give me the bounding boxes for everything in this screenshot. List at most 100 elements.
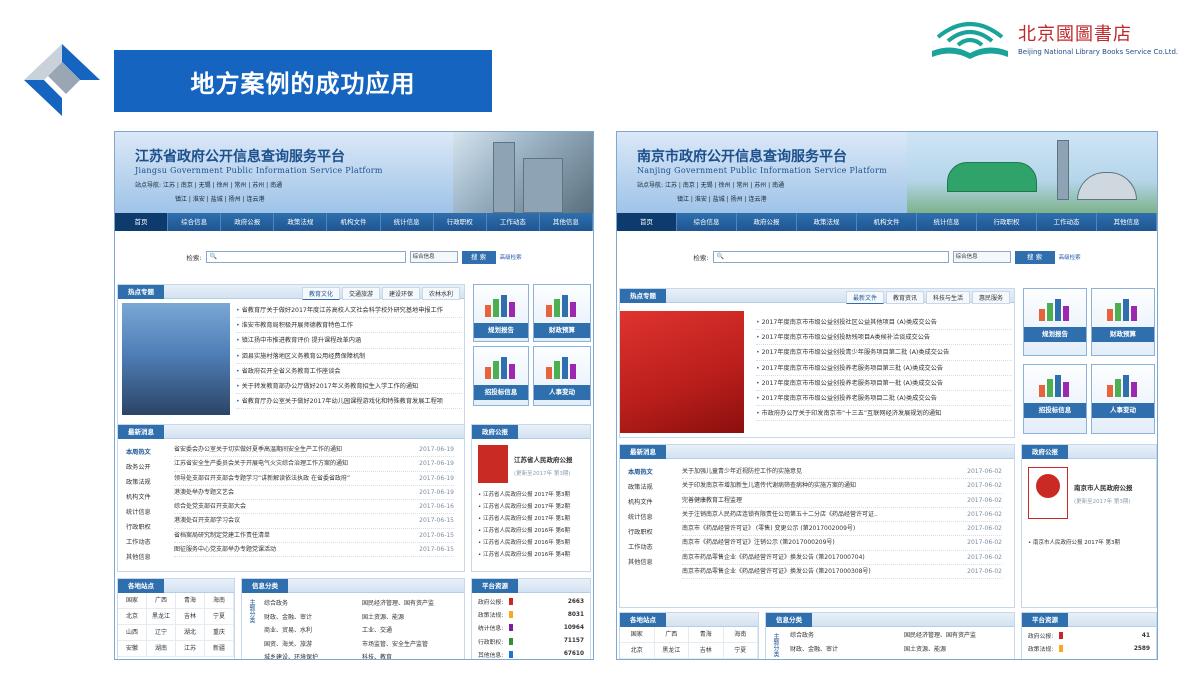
menu-item[interactable]: 政府公报 [221, 213, 275, 231]
menu-item[interactable]: 工作动态 [1037, 213, 1097, 231]
latest-news-row[interactable]: 南京市药品零售企业《药品经营许可证》换发公告 (第2017000308号) 201… [682, 565, 1002, 580]
latest-news-row[interactable]: 江苏省安全生产委员会关于开展电气火灾综合治理工作方案的通知 2017-06-19 [174, 457, 454, 472]
station-link[interactable]: 江苏 [163, 182, 175, 189]
sidenav-item[interactable]: 机构文件 [126, 490, 166, 505]
menu-item[interactable]: 首页 [115, 213, 169, 231]
sidenav-item[interactable]: 政务公开 [126, 460, 166, 475]
search-button[interactable]: 搜 索 [1014, 250, 1055, 264]
side-button[interactable]: 财政预算 [533, 284, 591, 342]
station-city[interactable]: 青海 [176, 593, 205, 609]
gazette-name[interactable]: 南京市人民政府公报 [1074, 481, 1133, 495]
info-category[interactable]: 市场监管、安全生产监管 [362, 638, 462, 652]
latest-news-row[interactable]: 图征服务中心党支部举办专题党课活动 2017-06-15 [174, 543, 454, 558]
station-link[interactable]: 无锡 [199, 182, 211, 189]
station-city[interactable]: 吉林 [176, 609, 205, 625]
station-link[interactable]: 南通 [772, 182, 784, 189]
station-link[interactable]: 连云港 [748, 196, 766, 203]
info-category[interactable]: 国民经济管理、国有资产监 [362, 597, 462, 611]
gazette-issue[interactable]: • 江苏省人民政府公报 2017年 第3期 [478, 489, 570, 501]
side-button[interactable]: 人事变动 [1091, 364, 1155, 434]
hot-tab[interactable]: 最新文件 [845, 291, 884, 304]
side-button[interactable]: 规划报告 [1023, 288, 1087, 356]
advanced-search-link[interactable]: 高级检索 [1059, 253, 1081, 261]
hot-tab[interactable]: 农林水利 [421, 287, 460, 300]
info-category[interactable]: 科技、教育 [362, 651, 462, 659]
news-item[interactable]: 泗县实施村落地区义务教育公用经费保障机制 [236, 349, 462, 364]
gazette-issue[interactable]: • 江苏省人民政府公报 2016年 第4期 [478, 549, 570, 561]
news-item[interactable]: 2017年度南京市市级公益创投青少年服务项目第二批 (A)类成交公告 [756, 345, 1012, 361]
news-item[interactable]: 2017年度南京市市级公益创投养老服务项目第一批 (A)类成交公告 [756, 376, 1012, 391]
side-button[interactable]: 招投标信息 [473, 346, 529, 406]
search-button[interactable]: 搜 索 [461, 250, 496, 264]
station-link[interactable]: 盐城 [713, 196, 725, 203]
station-nav-links[interactable]: 江苏 | 南京 | 无锡 | 徐州 | 常州 | 苏州 | 南通 [665, 182, 784, 189]
hot-tab[interactable]: 交通旅游 [341, 287, 380, 300]
info-category[interactable]: 工业、交通 [362, 624, 462, 638]
station-link[interactable]: 徐州 [217, 182, 229, 189]
sidenav-item[interactable]: 政策法规 [628, 480, 668, 495]
sidenav-item[interactable]: 其他信息 [126, 550, 166, 565]
menu-item[interactable]: 行政职权 [977, 213, 1037, 231]
sidenav-item[interactable]: 统计信息 [126, 505, 166, 520]
menu-item[interactable]: 综合信息 [677, 213, 737, 231]
side-button[interactable]: 规划报告 [473, 284, 529, 342]
info-category[interactable]: 商业、贸易、水利 [264, 624, 360, 638]
search-input[interactable]: 🔍 [712, 251, 949, 263]
menu-item[interactable]: 其他信息 [540, 213, 593, 231]
station-city[interactable]: 湖北 [176, 625, 205, 641]
station-link[interactable]: 江苏 [665, 182, 677, 189]
menu-item[interactable]: 首页 [617, 213, 677, 231]
latest-news-row[interactable]: 南京市《药品经营许可证》 (零售) 变更公示 (第2017002009号) 201… [682, 522, 1002, 537]
menu-item[interactable]: 工作动态 [487, 213, 540, 231]
station-city[interactable]: 青海 [689, 627, 724, 643]
station-city[interactable]: 重庆 [205, 625, 234, 641]
hot-tab[interactable]: 科技与生活 [925, 291, 970, 304]
station-city[interactable]: 北京 [620, 643, 655, 659]
sidenav-item[interactable]: 政策法规 [126, 475, 166, 490]
sidenav-item[interactable]: 行政职权 [126, 520, 166, 535]
hot-tab[interactable]: 建设环保 [381, 287, 420, 300]
station-link[interactable]: 连云港 [246, 196, 264, 203]
station-nav-row2[interactable]: 镇江 | 淮安 | 盐城 | 扬州 | 连云港 [175, 194, 264, 203]
station-city[interactable]: 海南 [723, 627, 758, 643]
menu-item[interactable]: 政策法规 [274, 213, 328, 231]
station-link[interactable]: 淮安 [193, 196, 205, 203]
latest-news-row[interactable]: 关于注销南京人民药店连锁有限责任公司第五十二分店《药品经营许可证.. 2017-0… [682, 508, 1002, 523]
search-input[interactable]: 🔍 [205, 251, 406, 263]
news-item[interactable]: 省政府召开全省义务教育工作座谈会 [236, 364, 462, 379]
station-city[interactable]: 宁夏 [205, 609, 234, 625]
latest-news-row[interactable]: 省安委会办公室关于切实做好夏季高温期间安全生产工作的通知 2017-06-19 [174, 443, 454, 458]
menu-item[interactable]: 机构文件 [327, 213, 381, 231]
station-link[interactable]: 苏州 [754, 182, 766, 189]
info-category[interactable]: 财政、金融、审计 [790, 643, 900, 657]
station-city[interactable]: 吉林 [689, 643, 724, 659]
menu-item[interactable]: 机构文件 [857, 213, 917, 231]
station-city[interactable]: 湖南 [147, 641, 176, 657]
info-category[interactable]: 国民经济管理、国有资产监 [904, 629, 1014, 643]
station-link[interactable]: 徐州 [719, 182, 731, 189]
menu-item[interactable]: 政府公报 [737, 213, 797, 231]
news-item[interactable]: 省教育厅关于做好2017年度江苏高校人文社会科学校外研究基地申报工作 [236, 303, 462, 319]
station-city[interactable]: 黑龙江 [147, 609, 176, 625]
station-city[interactable]: 北京 [118, 609, 147, 625]
latest-news-row[interactable]: 关于加强儿童青少年近视防控工作的实施意见 2017-06-02 [682, 465, 1002, 480]
gazette-issue[interactable]: • 江苏省人民政府公报 2017年 第2期 [478, 501, 570, 513]
hot-tab[interactable]: 惠民服务 [971, 291, 1010, 304]
sidenav-item[interactable]: 机构文件 [628, 495, 668, 510]
station-city[interactable]: 广西 [147, 593, 176, 609]
sidenav-item[interactable]: 工作动态 [126, 535, 166, 550]
station-city[interactable]: 海南 [205, 593, 234, 609]
side-button[interactable]: 人事变动 [533, 346, 591, 406]
latest-news-row[interactable]: 省档案局研究制定党建工作责任清单 2017-06-15 [174, 529, 454, 544]
news-item[interactable]: 市政府办公厅关于印发南京市“十三五”互联网经济发展规划的通知 [756, 406, 1012, 422]
info-category[interactable]: 综合政务 [790, 629, 900, 643]
news-item[interactable]: 2017年度南京市市级公益创投社区公益其他项目 (A)类成交公告 [756, 315, 1012, 331]
news-item[interactable]: 2017年度南京市市级公益创投养老服务项目第三批 (A)类成交公告 [756, 361, 1012, 376]
news-item[interactable]: 镇江扬中市推进教育评价 提升课程改革内涵 [236, 333, 462, 349]
search-scope-select[interactable]: 综合信息 [952, 251, 1011, 263]
station-city[interactable]: 国家 [118, 593, 147, 609]
sidenav-item[interactable]: 统计信息 [628, 510, 668, 525]
latest-news-row[interactable]: 港澳处召开支部学习会议 2017-06-15 [174, 514, 454, 529]
station-link[interactable]: 常州 [234, 182, 246, 189]
side-button[interactable]: 财政预算 [1091, 288, 1155, 356]
